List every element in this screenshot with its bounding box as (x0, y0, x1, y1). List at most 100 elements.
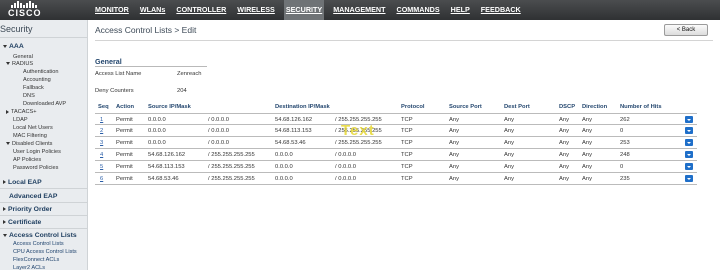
nav-management[interactable]: MANAGEMENT (333, 0, 385, 20)
sidebar-item-authentication[interactable]: Authentication (23, 69, 58, 76)
section-general-heading: General (95, 57, 122, 66)
nav-security[interactable]: SECURITY (283, 0, 325, 20)
access-list-name-value: Zenreach (177, 71, 202, 77)
seq-link[interactable]: 3 (100, 140, 103, 146)
sidebar-item-accounting[interactable]: Accounting (23, 77, 51, 84)
sidebar-item-general[interactable]: General (13, 54, 33, 61)
sidebar-item-flexconnect-acl[interactable]: FlexConnect ACLs (13, 257, 59, 264)
direction-cell: Any (582, 140, 592, 146)
row-menu-dropdown-icon[interactable] (685, 151, 693, 158)
nav-help[interactable]: HELP (451, 0, 470, 20)
source-port-cell: Any (449, 164, 459, 170)
seq-link[interactable]: 1 (100, 117, 103, 123)
sidebar-item-ap-policies[interactable]: AP Policies (13, 157, 41, 164)
source-port-cell: Any (449, 128, 459, 134)
row-menu-dropdown-icon[interactable] (685, 116, 693, 123)
nav-monitor[interactable]: MONITOR (95, 0, 129, 20)
sidebar-item-priority-order[interactable]: Priority Order (3, 206, 52, 213)
sidebar-item-user-login-policies[interactable]: User Login Policies (13, 149, 61, 156)
sidebar-item-label: Disabled Clients (12, 141, 53, 147)
sidebar-item-label: Access Control Lists (9, 232, 77, 239)
expand-arrow-icon (3, 44, 7, 48)
table-row: 2 Permit 0.0.0.0 / 0.0.0.0 54.68.113.153… (95, 125, 697, 137)
sidebar-item-local-net-users[interactable]: Local Net Users (13, 125, 53, 132)
destination-ip-cell: 0.0.0.0 (275, 152, 293, 158)
source-mask-cell: / 255.255.255.255 (208, 176, 255, 182)
source-mask-cell: / 0.0.0.0 (208, 128, 229, 134)
row-menu-dropdown-icon[interactable] (685, 127, 693, 134)
seq-link[interactable]: 2 (100, 128, 103, 134)
dest-port-cell: Any (504, 176, 514, 182)
expand-arrow-icon (6, 142, 10, 146)
seq-link[interactable]: 5 (100, 164, 103, 170)
protocol-cell: TCP (401, 128, 413, 134)
source-port-cell: Any (449, 176, 459, 182)
dscp-cell: Any (559, 164, 569, 170)
source-mask-cell: / 255.255.255.255 (208, 152, 255, 158)
sidebar-item-certificate[interactable]: Certificate (3, 219, 41, 226)
row-menu-dropdown-icon[interactable] (685, 163, 693, 170)
top-navigation-bar: CISCO MONITOR WLANs CONTROLLER WIRELESS … (0, 0, 720, 20)
sidebar-item-acl-list[interactable]: Access Control Lists (13, 241, 64, 248)
collapse-arrow-icon (3, 220, 6, 225)
text-overlay-annotation: Text (341, 122, 375, 139)
sidebar-item-dns[interactable]: DNS (23, 93, 35, 100)
page-title: Access Control Lists > Edit (95, 25, 197, 35)
sidebar-item-fallback[interactable]: Fallback (23, 85, 44, 92)
hits-cell: 235 (620, 176, 630, 182)
source-port-cell: Any (449, 152, 459, 158)
sidebar-divider (0, 202, 88, 203)
nav-wireless[interactable]: WIRELESS (237, 0, 275, 20)
sidebar-item-advanced-eap[interactable]: Advanced EAP (9, 193, 57, 200)
sidebar-item-local-eap[interactable]: Local EAP (3, 179, 42, 186)
dest-port-cell: Any (504, 140, 514, 146)
action-cell: Permit (116, 152, 133, 158)
sidebar-item-layer2-acl[interactable]: Layer2 ACLs (13, 265, 45, 272)
col-header-seq: Seq (98, 104, 109, 110)
col-header-action: Action (116, 104, 135, 110)
source-port-cell: Any (449, 117, 459, 123)
dscp-cell: Any (559, 140, 569, 146)
seq-link[interactable]: 4 (100, 152, 103, 158)
nav-feedback[interactable]: FEEDBACK (481, 0, 521, 20)
row-menu-dropdown-icon[interactable] (685, 139, 693, 146)
sidebar-item-label: RADIUS (12, 61, 34, 67)
destination-ip-cell: 0.0.0.0 (275, 176, 293, 182)
sidebar-item-disabled-clients[interactable]: Disabled Clients (6, 141, 52, 148)
nav-wlans[interactable]: WLANs (140, 0, 166, 20)
nav-commands[interactable]: COMMANDS (397, 0, 440, 20)
sidebar-item-password-policies[interactable]: Password Policies (13, 165, 58, 172)
source-ip-cell: 0.0.0.0 (148, 117, 166, 123)
sidebar-item-label: AAA (9, 43, 24, 50)
sidebar-item-cpu-acl[interactable]: CPU Access Control Lists (13, 249, 77, 256)
sidebar-item-radius[interactable]: RADIUS (6, 61, 33, 68)
sidebar-item-label: Local EAP (8, 179, 42, 186)
sidebar-item-mac-filtering[interactable]: MAC Filtering (13, 133, 47, 140)
title-divider (95, 40, 713, 41)
destination-mask-cell: / 0.0.0.0 (335, 152, 356, 158)
back-button[interactable]: < Back (664, 24, 708, 36)
sidebar-item-ldap[interactable]: LDAP (13, 117, 28, 124)
col-header-hits: Number of Hits (620, 104, 662, 110)
sidebar-item-access-control-lists[interactable]: Access Control Lists (3, 232, 77, 239)
dscp-cell: Any (559, 152, 569, 158)
sidebar-item-downloaded-avp[interactable]: Downloaded AVP (23, 101, 66, 108)
action-cell: Permit (116, 117, 133, 123)
cisco-logo-text: CISCO (8, 8, 42, 18)
nav-controller[interactable]: CONTROLLER (176, 0, 226, 20)
dest-port-cell: Any (504, 128, 514, 134)
destination-ip-cell: 54.68.113.153 (275, 128, 312, 134)
sidebar-item-tacacs[interactable]: TACACS+ (6, 109, 37, 116)
direction-cell: Any (582, 128, 592, 134)
table-row: 3 Permit 0.0.0.0 / 0.0.0.0 54.68.53.46 /… (95, 137, 697, 149)
direction-cell: Any (582, 164, 592, 170)
sidebar-item-aaa[interactable]: AAA (3, 43, 24, 50)
row-menu-dropdown-icon[interactable] (685, 175, 693, 182)
destination-mask-cell: / 0.0.0.0 (335, 176, 356, 182)
dscp-cell: Any (559, 128, 569, 134)
dest-port-cell: Any (504, 117, 514, 123)
table-row: 5 Permit 54.68.113.153 / 255.255.255.255… (95, 161, 697, 173)
seq-link[interactable]: 6 (100, 176, 103, 182)
col-header-source: Source IP/Mask (148, 104, 191, 110)
cisco-logo-bars-icon (11, 1, 48, 8)
